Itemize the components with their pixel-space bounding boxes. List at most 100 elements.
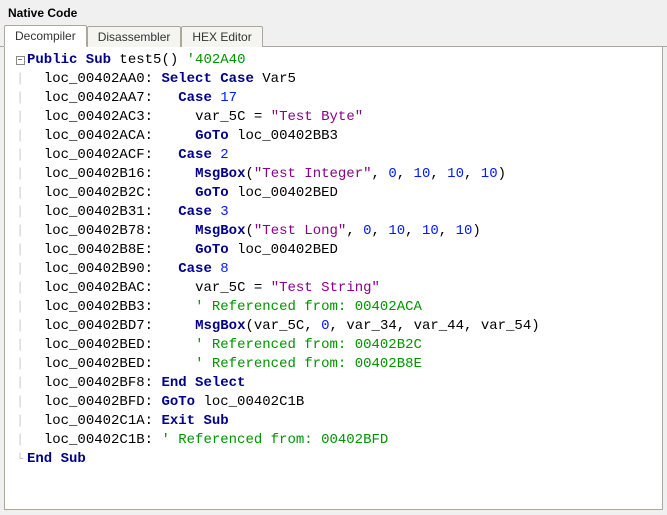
token-kw: Select Case — [161, 71, 253, 87]
token-num: 2 — [220, 147, 228, 163]
code-line[interactable]: │ loc_00402B8E: GoTo loc_00402BED — [13, 241, 662, 260]
code-content: loc_00402ACA: GoTo loc_00402BB3 — [27, 127, 338, 146]
token-kw: Case — [178, 204, 212, 220]
tree-bar-icon: │ — [13, 298, 27, 317]
code-line[interactable]: │ loc_00402ACF: Case 2 — [13, 146, 662, 165]
token-cmt: ' Referenced from: 00402B2C — [195, 337, 422, 353]
token-addr: loc_00402C1A: — [44, 413, 153, 429]
token-id: loc_00402BB3 — [237, 128, 338, 144]
code-line[interactable]: │ loc_00402B2C: GoTo loc_00402BED — [13, 184, 662, 203]
token-kw: Exit Sub — [161, 413, 228, 429]
token-kw: GoTo — [161, 394, 195, 410]
token-punct: , — [430, 166, 447, 182]
token-addr: loc_00402C1B: — [44, 432, 153, 448]
token-cmt: ' Referenced from: 00402BFD — [161, 432, 388, 448]
code-line[interactable]: −Public Sub test5() '402A40 — [13, 51, 662, 70]
code-line[interactable]: │ loc_00402B16: MsgBox("Test Integer", 0… — [13, 165, 662, 184]
code-line[interactable]: │ loc_00402BF8: End Select — [13, 374, 662, 393]
tree-bar-icon: │ — [13, 355, 27, 374]
token-addr: loc_00402B78: — [44, 223, 153, 239]
code-line[interactable]: │ loc_00402AA7: Case 17 — [13, 89, 662, 108]
code-line[interactable]: │ loc_00402AA0: Select Case Var5 — [13, 70, 662, 89]
token-kw: MsgBox — [195, 166, 245, 182]
token-addr: loc_00402BF8: — [44, 375, 153, 391]
token-addr: loc_00402B8E: — [44, 242, 153, 258]
code-line[interactable]: │ loc_00402C1A: Exit Sub — [13, 412, 662, 431]
tree-bar-icon: │ — [13, 431, 27, 450]
token-addr: loc_00402BB3: — [44, 299, 153, 315]
code-line[interactable]: │ loc_00402BAC: var_5C = "Test String" — [13, 279, 662, 298]
code-content: loc_00402AC3: var_5C = "Test Byte" — [27, 108, 363, 127]
token-punct: , — [464, 318, 481, 334]
code-content: loc_00402AA7: Case 17 — [27, 89, 237, 108]
token-id: loc_00402BED — [237, 185, 338, 201]
tab-disassembler[interactable]: Disassembler — [87, 26, 182, 47]
token-punct: , — [439, 223, 456, 239]
token-punct: () — [161, 52, 178, 68]
collapse-icon[interactable]: − — [13, 56, 27, 65]
code-content: loc_00402B90: Case 8 — [27, 260, 229, 279]
token-str: "Test String" — [271, 280, 380, 296]
code-content: loc_00402B31: Case 3 — [27, 203, 229, 222]
token-addr: loc_00402B16: — [44, 166, 153, 182]
code-content: End Sub — [27, 450, 86, 469]
code-line[interactable]: │ loc_00402C1B: ' Referenced from: 00402… — [13, 431, 662, 450]
tree-bar-icon: │ — [13, 412, 27, 431]
token-id: var_5C — [195, 280, 245, 296]
code-content: loc_00402C1B: ' Referenced from: 00402BF… — [27, 431, 388, 450]
code-line[interactable]: │ loc_00402BED: ' Referenced from: 00402… — [13, 355, 662, 374]
token-addr: loc_00402BED: — [44, 356, 153, 372]
code-line[interactable]: │ loc_00402BD7: MsgBox(var_5C, 0, var_34… — [13, 317, 662, 336]
token-num: 0 — [363, 223, 371, 239]
code-line[interactable]: └End Sub — [13, 450, 662, 469]
token-str: "Test Long" — [254, 223, 346, 239]
token-num: 8 — [220, 261, 228, 277]
token-addr: loc_00402BED: — [44, 337, 153, 353]
code-line[interactable]: │ loc_00402BFD: GoTo loc_00402C1B — [13, 393, 662, 412]
tree-bar-icon: │ — [13, 222, 27, 241]
token-cmt: ' Referenced from: 00402ACA — [195, 299, 422, 315]
code-content: loc_00402B2C: GoTo loc_00402BED — [27, 184, 338, 203]
token-punct: , — [397, 166, 414, 182]
tab-strip: DecompilerDisassemblerHEX Editor — [0, 24, 667, 47]
code-line[interactable]: │ loc_00402BB3: ' Referenced from: 00402… — [13, 298, 662, 317]
code-line[interactable]: │ loc_00402B31: Case 3 — [13, 203, 662, 222]
tab-decompiler[interactable]: Decompiler — [4, 25, 87, 47]
token-addr: loc_00402ACF: — [44, 147, 153, 163]
tree-bar-icon: │ — [13, 374, 27, 393]
code-line[interactable]: │ loc_00402B78: MsgBox("Test Long", 0, 1… — [13, 222, 662, 241]
token-num: 10 — [414, 166, 431, 182]
code-line[interactable]: │ loc_00402ACA: GoTo loc_00402BB3 — [13, 127, 662, 146]
token-punct: ) — [498, 166, 506, 182]
token-num: 10 — [422, 223, 439, 239]
token-id: loc_00402C1B — [203, 394, 304, 410]
token-kw: MsgBox — [195, 223, 245, 239]
token-addr: loc_00402B31: — [44, 204, 153, 220]
code-area[interactable]: −Public Sub test5() '402A40│ loc_00402AA… — [4, 47, 663, 510]
code-content: loc_00402B78: MsgBox("Test Long", 0, 10,… — [27, 222, 481, 241]
code-content: loc_00402BFD: GoTo loc_00402C1B — [27, 393, 304, 412]
token-id: loc_00402BED — [237, 242, 338, 258]
token-cmt: ' Referenced from: 00402B8E — [195, 356, 422, 372]
token-addr: loc_00402AA7: — [44, 90, 153, 106]
code-line[interactable]: │ loc_00402BED: ' Referenced from: 00402… — [13, 336, 662, 355]
code-content: loc_00402BB3: ' Referenced from: 00402AC… — [27, 298, 422, 317]
token-punct: ( — [245, 318, 253, 334]
token-punct: , — [372, 223, 389, 239]
tree-bar-icon: │ — [13, 108, 27, 127]
code-line[interactable]: │ loc_00402AC3: var_5C = "Test Byte" — [13, 108, 662, 127]
token-num: 10 — [388, 223, 405, 239]
tab-hex-editor[interactable]: HEX Editor — [181, 26, 262, 47]
panel-title: Native Code — [0, 0, 667, 24]
token-kw: End Sub — [27, 451, 86, 467]
code-line[interactable]: │ loc_00402B90: Case 8 — [13, 260, 662, 279]
token-punct: , — [330, 318, 347, 334]
token-punct: ) — [472, 223, 480, 239]
token-punct: , — [464, 166, 481, 182]
token-punct: = — [254, 109, 262, 125]
tree-end-icon: └ — [13, 450, 27, 469]
tree-bar-icon: │ — [13, 89, 27, 108]
tree-bar-icon: │ — [13, 393, 27, 412]
token-punct: , — [304, 318, 321, 334]
token-addr: loc_00402B2C: — [44, 185, 153, 201]
